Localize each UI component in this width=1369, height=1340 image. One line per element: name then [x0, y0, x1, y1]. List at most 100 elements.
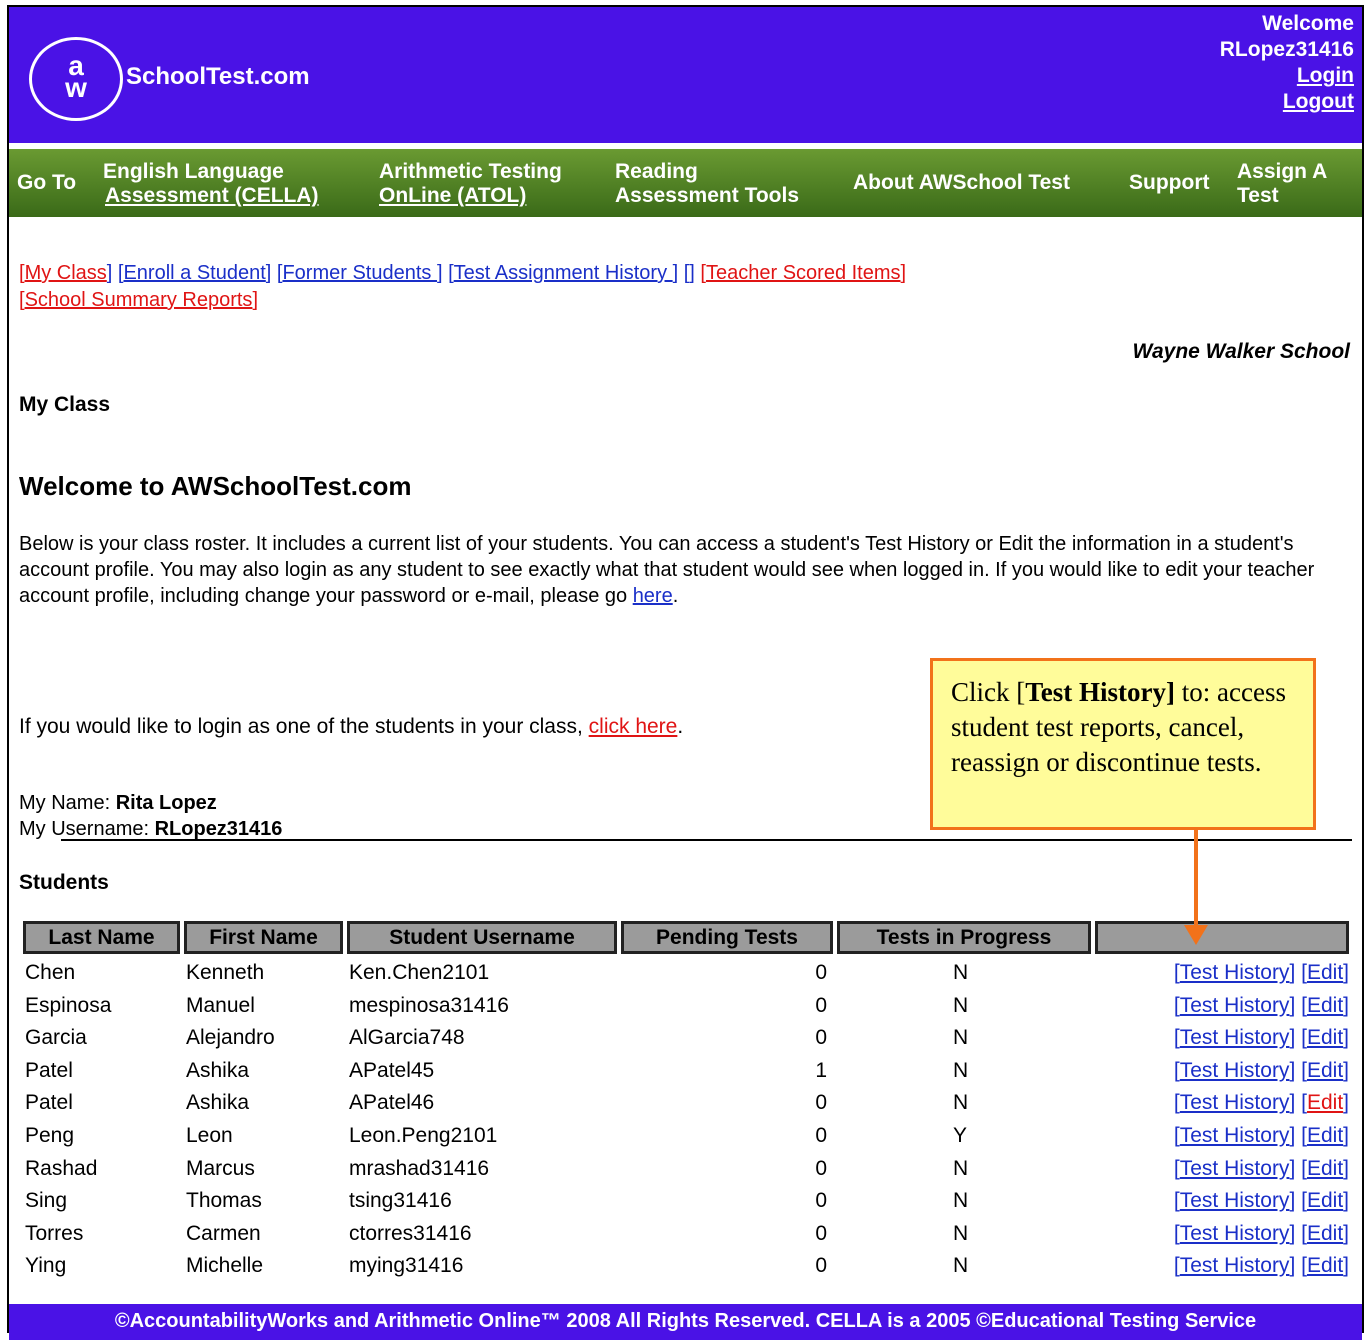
page-frame: a w SchoolTest.com Welcome RLopez31416 L…	[7, 5, 1364, 1340]
site-header: a w SchoolTest.com Welcome RLopez31416 L…	[9, 7, 1362, 143]
edit-link[interactable]: Edit	[1307, 1189, 1343, 1212]
table-row: Rashad Marcus mrashad31416 0 N [Test History]…	[23, 1153, 1351, 1186]
edit-link[interactable]: Edit	[1307, 1124, 1343, 1147]
link-teacher-scored-items[interactable]: Teacher Scored Items	[706, 262, 901, 284]
footer: ©AccountabilityWorks and Arithmetic Onli…	[9, 1304, 1362, 1340]
login-text: If you would like to login as one of the…	[19, 715, 589, 738]
cell-last-name: Torres	[25, 1221, 84, 1245]
test-history-link[interactable]: Test History	[1180, 1026, 1290, 1049]
edit-link[interactable]: Edit	[1307, 994, 1343, 1017]
edit-link[interactable]: Edit	[1307, 1254, 1343, 1277]
test-history-link[interactable]: Test History	[1180, 1189, 1290, 1212]
cell-tests-in-progress: N	[953, 961, 969, 984]
test-history-link[interactable]: Test History	[1180, 1222, 1290, 1245]
cell-pending-tests: 0	[815, 1026, 827, 1050]
cell-pending-tests: 0	[815, 961, 827, 984]
row-actions: [Test History] [Edit]	[1173, 1156, 1349, 1180]
nav-item-cella[interactable]: English Language Assessment (CELLA)	[103, 160, 319, 208]
edit-profile-link[interactable]: here	[633, 585, 673, 607]
username-label: My Username:	[19, 818, 155, 840]
table-row: Patel Ashika APatel45 1 N [Test History] [Edi…	[23, 1055, 1351, 1088]
test-history-link[interactable]: Test History	[1180, 1254, 1290, 1277]
cell-last-name: Patel	[25, 1058, 73, 1082]
nav-item-label: English Language	[103, 160, 284, 183]
header-username: RLopez31416	[1219, 38, 1354, 61]
teacher-profile: My Name: Rita Lopez My Username: RLopez3…	[19, 790, 282, 842]
link-my-class[interactable]: My Class	[25, 262, 107, 284]
cell-first-name: Michelle	[186, 1254, 264, 1278]
edit-link[interactable]: Edit	[1307, 1026, 1343, 1049]
cell-last-name: Sing	[25, 1189, 68, 1213]
user-box: Welcome RLopez31416 Login Logout	[1220, 11, 1354, 115]
cell-username: mespinosa31416	[349, 993, 509, 1017]
cell-pending-tests: 1	[815, 1058, 827, 1082]
test-history-link[interactable]: Test History	[1180, 1091, 1290, 1114]
nav-item-label: Assign A	[1237, 160, 1328, 183]
student-login-link[interactable]: click here	[589, 715, 678, 738]
link-test-assignment-history[interactable]: Test Assignment History	[454, 262, 673, 284]
login-end: .	[677, 715, 684, 738]
nav-item-label: OnLine (ATOL)	[379, 184, 527, 207]
students-title: Students	[19, 871, 109, 894]
link-school-summary-reports[interactable]: School Summary Reports	[25, 289, 253, 311]
nav-item-reading[interactable]: Reading Assessment Tools	[615, 160, 799, 208]
main-nav: Go To English Language Assessment (CELLA…	[9, 149, 1362, 217]
cell-tests-in-progress: N	[953, 1058, 969, 1082]
cell-tests-in-progress: N	[953, 1254, 969, 1278]
logo-letter-bottom: w	[65, 72, 87, 103]
cell-last-name: Garcia	[25, 1026, 87, 1050]
cell-first-name: Ashika	[186, 1091, 250, 1115]
test-history-link[interactable]: Test History	[1180, 994, 1290, 1017]
cell-last-name: Peng	[25, 1123, 75, 1147]
nav-item-about[interactable]: About AWSchool Test	[853, 171, 1070, 195]
edit-link[interactable]: Edit	[1307, 961, 1343, 984]
nav-item-assign-test[interactable]: Assign A Test	[1237, 160, 1327, 208]
page-title: Welcome to AWSchoolTest.com	[19, 471, 412, 501]
teacher-links: [My Class] [Enroll a Student] [Former St…	[19, 262, 907, 311]
test-history-link[interactable]: Test History	[1180, 1124, 1290, 1147]
callout-arrow	[1194, 830, 1198, 928]
edit-link[interactable]: Edit	[1307, 1222, 1343, 1245]
login-link[interactable]: Login	[1220, 63, 1354, 89]
test-history-link[interactable]: Test History	[1180, 1157, 1290, 1180]
edit-link[interactable]: Edit	[1307, 1091, 1343, 1114]
cell-first-name: Manuel	[186, 993, 255, 1017]
row-actions: [Test History] [Edit]	[1173, 961, 1349, 984]
divider	[61, 839, 1352, 841]
intro-end: .	[672, 585, 679, 607]
intro-paragraph: Below is your class roster. It includes …	[19, 531, 1354, 609]
row-actions: [Test History] [Edit]	[1173, 1091, 1349, 1115]
logout-link[interactable]: Logout	[1220, 89, 1354, 115]
link-enroll-student[interactable]: Enroll a Student	[123, 262, 265, 284]
link-former-students[interactable]: Former Students	[282, 262, 437, 284]
test-history-link[interactable]: Test History	[1180, 961, 1290, 984]
test-history-link[interactable]: Test History	[1180, 1059, 1290, 1082]
table-row: Chen Kenneth Ken.Chen2101 0 N [Test History] …	[23, 957, 1351, 990]
site-name[interactable]: SchoolTest.com	[126, 63, 310, 91]
row-actions: [Test History] [Edit]	[1173, 993, 1349, 1017]
cell-username: tsing31416	[349, 1189, 452, 1213]
col-pending-tests: Pending Tests	[621, 921, 833, 954]
cell-pending-tests: 0	[815, 1123, 827, 1147]
cell-first-name: Leon	[186, 1123, 233, 1147]
nav-item-label: Arithmetic Testing	[379, 160, 562, 183]
section-title: My Class	[19, 393, 111, 416]
cell-tests-in-progress: N	[953, 1026, 969, 1050]
arrow-down-icon	[1184, 925, 1208, 945]
cell-username: ctorres31416	[349, 1221, 472, 1245]
nav-item-atol[interactable]: Arithmetic Testing OnLine (ATOL)	[379, 160, 562, 208]
edit-link[interactable]: Edit	[1307, 1059, 1343, 1082]
edit-link[interactable]: Edit	[1307, 1157, 1343, 1180]
cell-pending-tests: 0	[815, 1156, 827, 1180]
cell-username: mying31416	[349, 1254, 464, 1278]
school-name: Wayne Walker School	[1132, 340, 1350, 363]
row-actions: [Test History] [Edit]	[1173, 1189, 1349, 1213]
table-row: Torres Carmen ctorres31416 0 N [Test History]…	[23, 1218, 1351, 1251]
cell-pending-tests: 0	[815, 993, 827, 1017]
cell-tests-in-progress: Y	[953, 1123, 968, 1147]
nav-item-support[interactable]: Support	[1129, 171, 1209, 195]
cell-first-name: Alejandro	[186, 1026, 275, 1050]
teacher-name: Rita Lopez	[115, 792, 217, 814]
site-logo[interactable]: a w	[29, 37, 123, 121]
cell-tests-in-progress: N	[953, 993, 969, 1017]
